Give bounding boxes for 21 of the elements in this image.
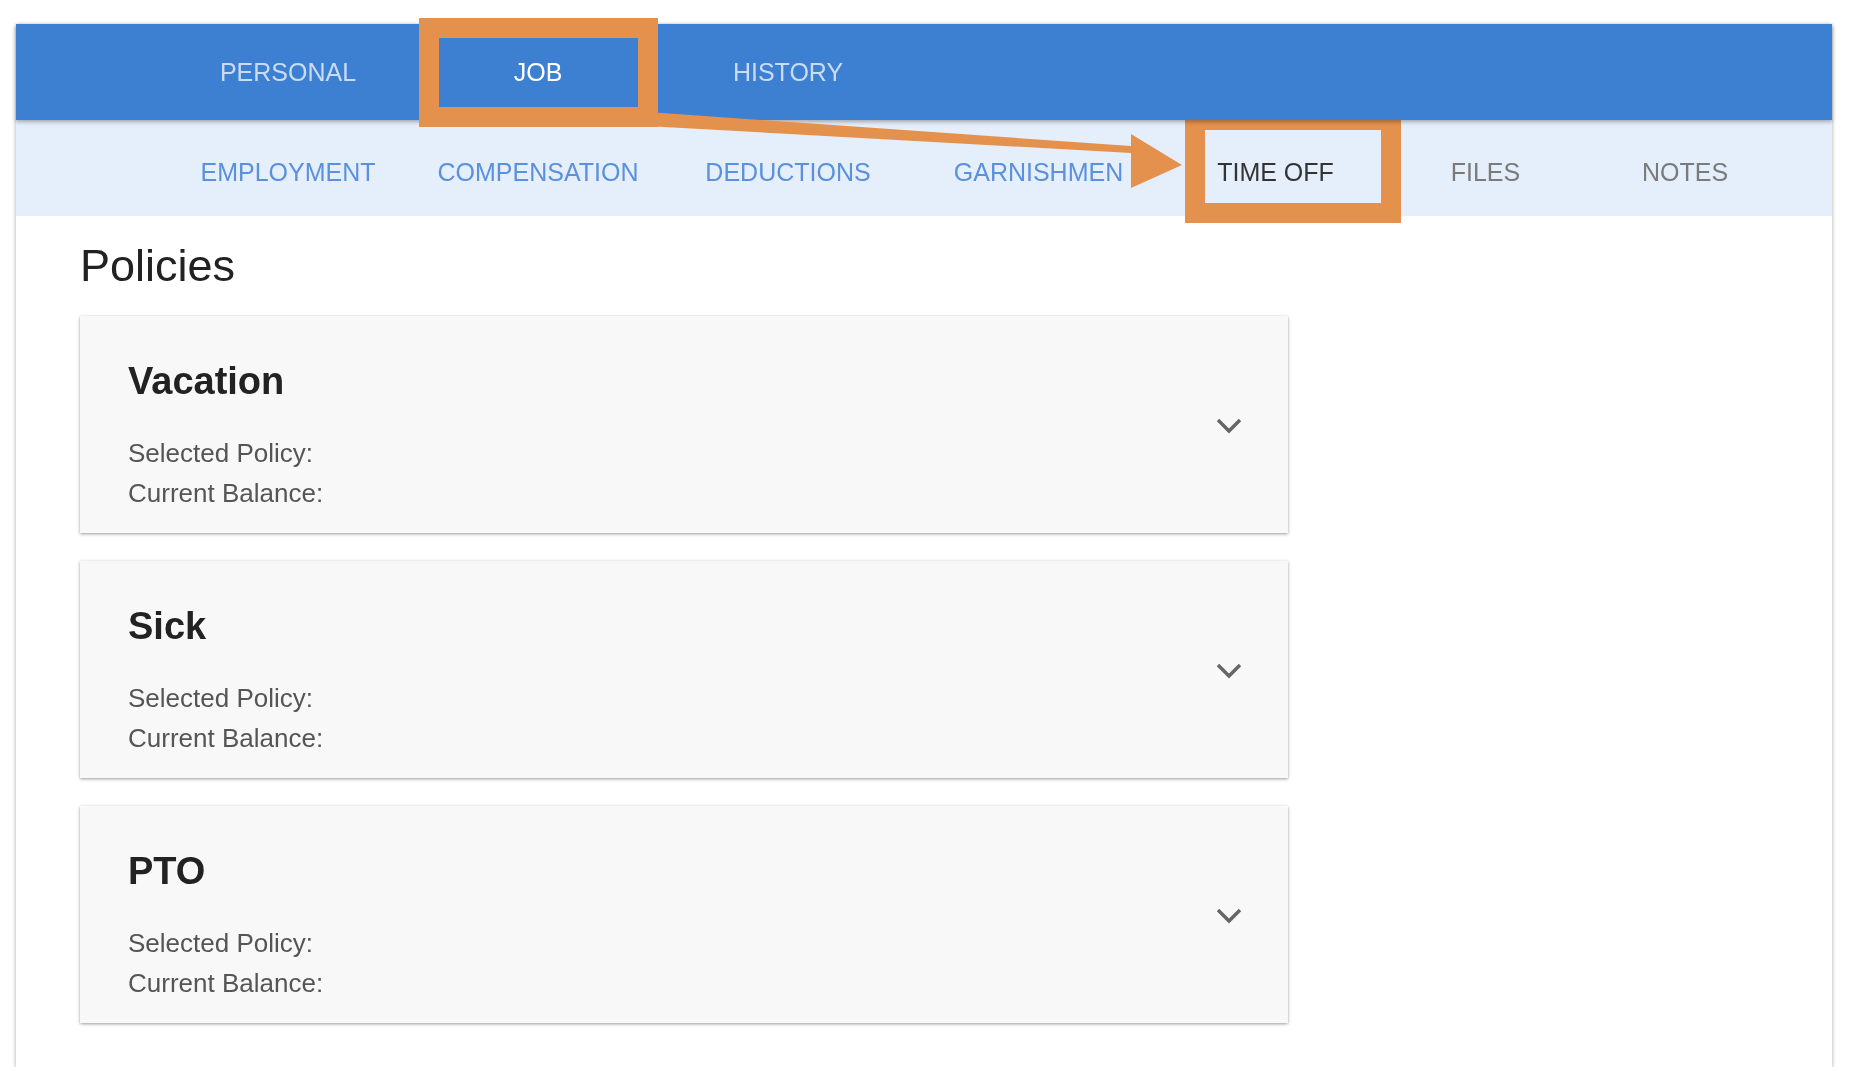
chevron-down-icon[interactable] [1216,908,1242,924]
tab[interactable]: GARNISHMEN [945,151,1132,193]
policy-field-label: Current Balance: [128,967,324,1000]
tab[interactable]: DEDUCTIONS [697,151,879,193]
chevron-down-icon[interactable] [1216,418,1242,434]
policy-title: Vacation [128,360,285,403]
chevron-down-icon[interactable] [1216,663,1242,679]
tab[interactable]: JOB [505,51,571,93]
tab[interactable]: EMPLOYMENT [192,151,384,193]
policy-field-label: Current Balance: [128,722,324,755]
page-heading: Policies [80,240,236,292]
policy-title: Sick [128,605,207,648]
tab[interactable]: HISTORY [724,51,852,93]
policy-title: PTO [128,850,206,893]
policy-field-label: Selected Policy: [128,437,313,470]
policy-field-label: Selected Policy: [128,682,313,715]
tab[interactable]: COMPENSATION [429,151,647,193]
tab[interactable]: PERSONAL [211,51,365,93]
tab[interactable]: TIME OFF [1209,151,1342,193]
policy-field-label: Selected Policy: [128,927,313,960]
policy-field-label: Current Balance: [128,477,324,510]
